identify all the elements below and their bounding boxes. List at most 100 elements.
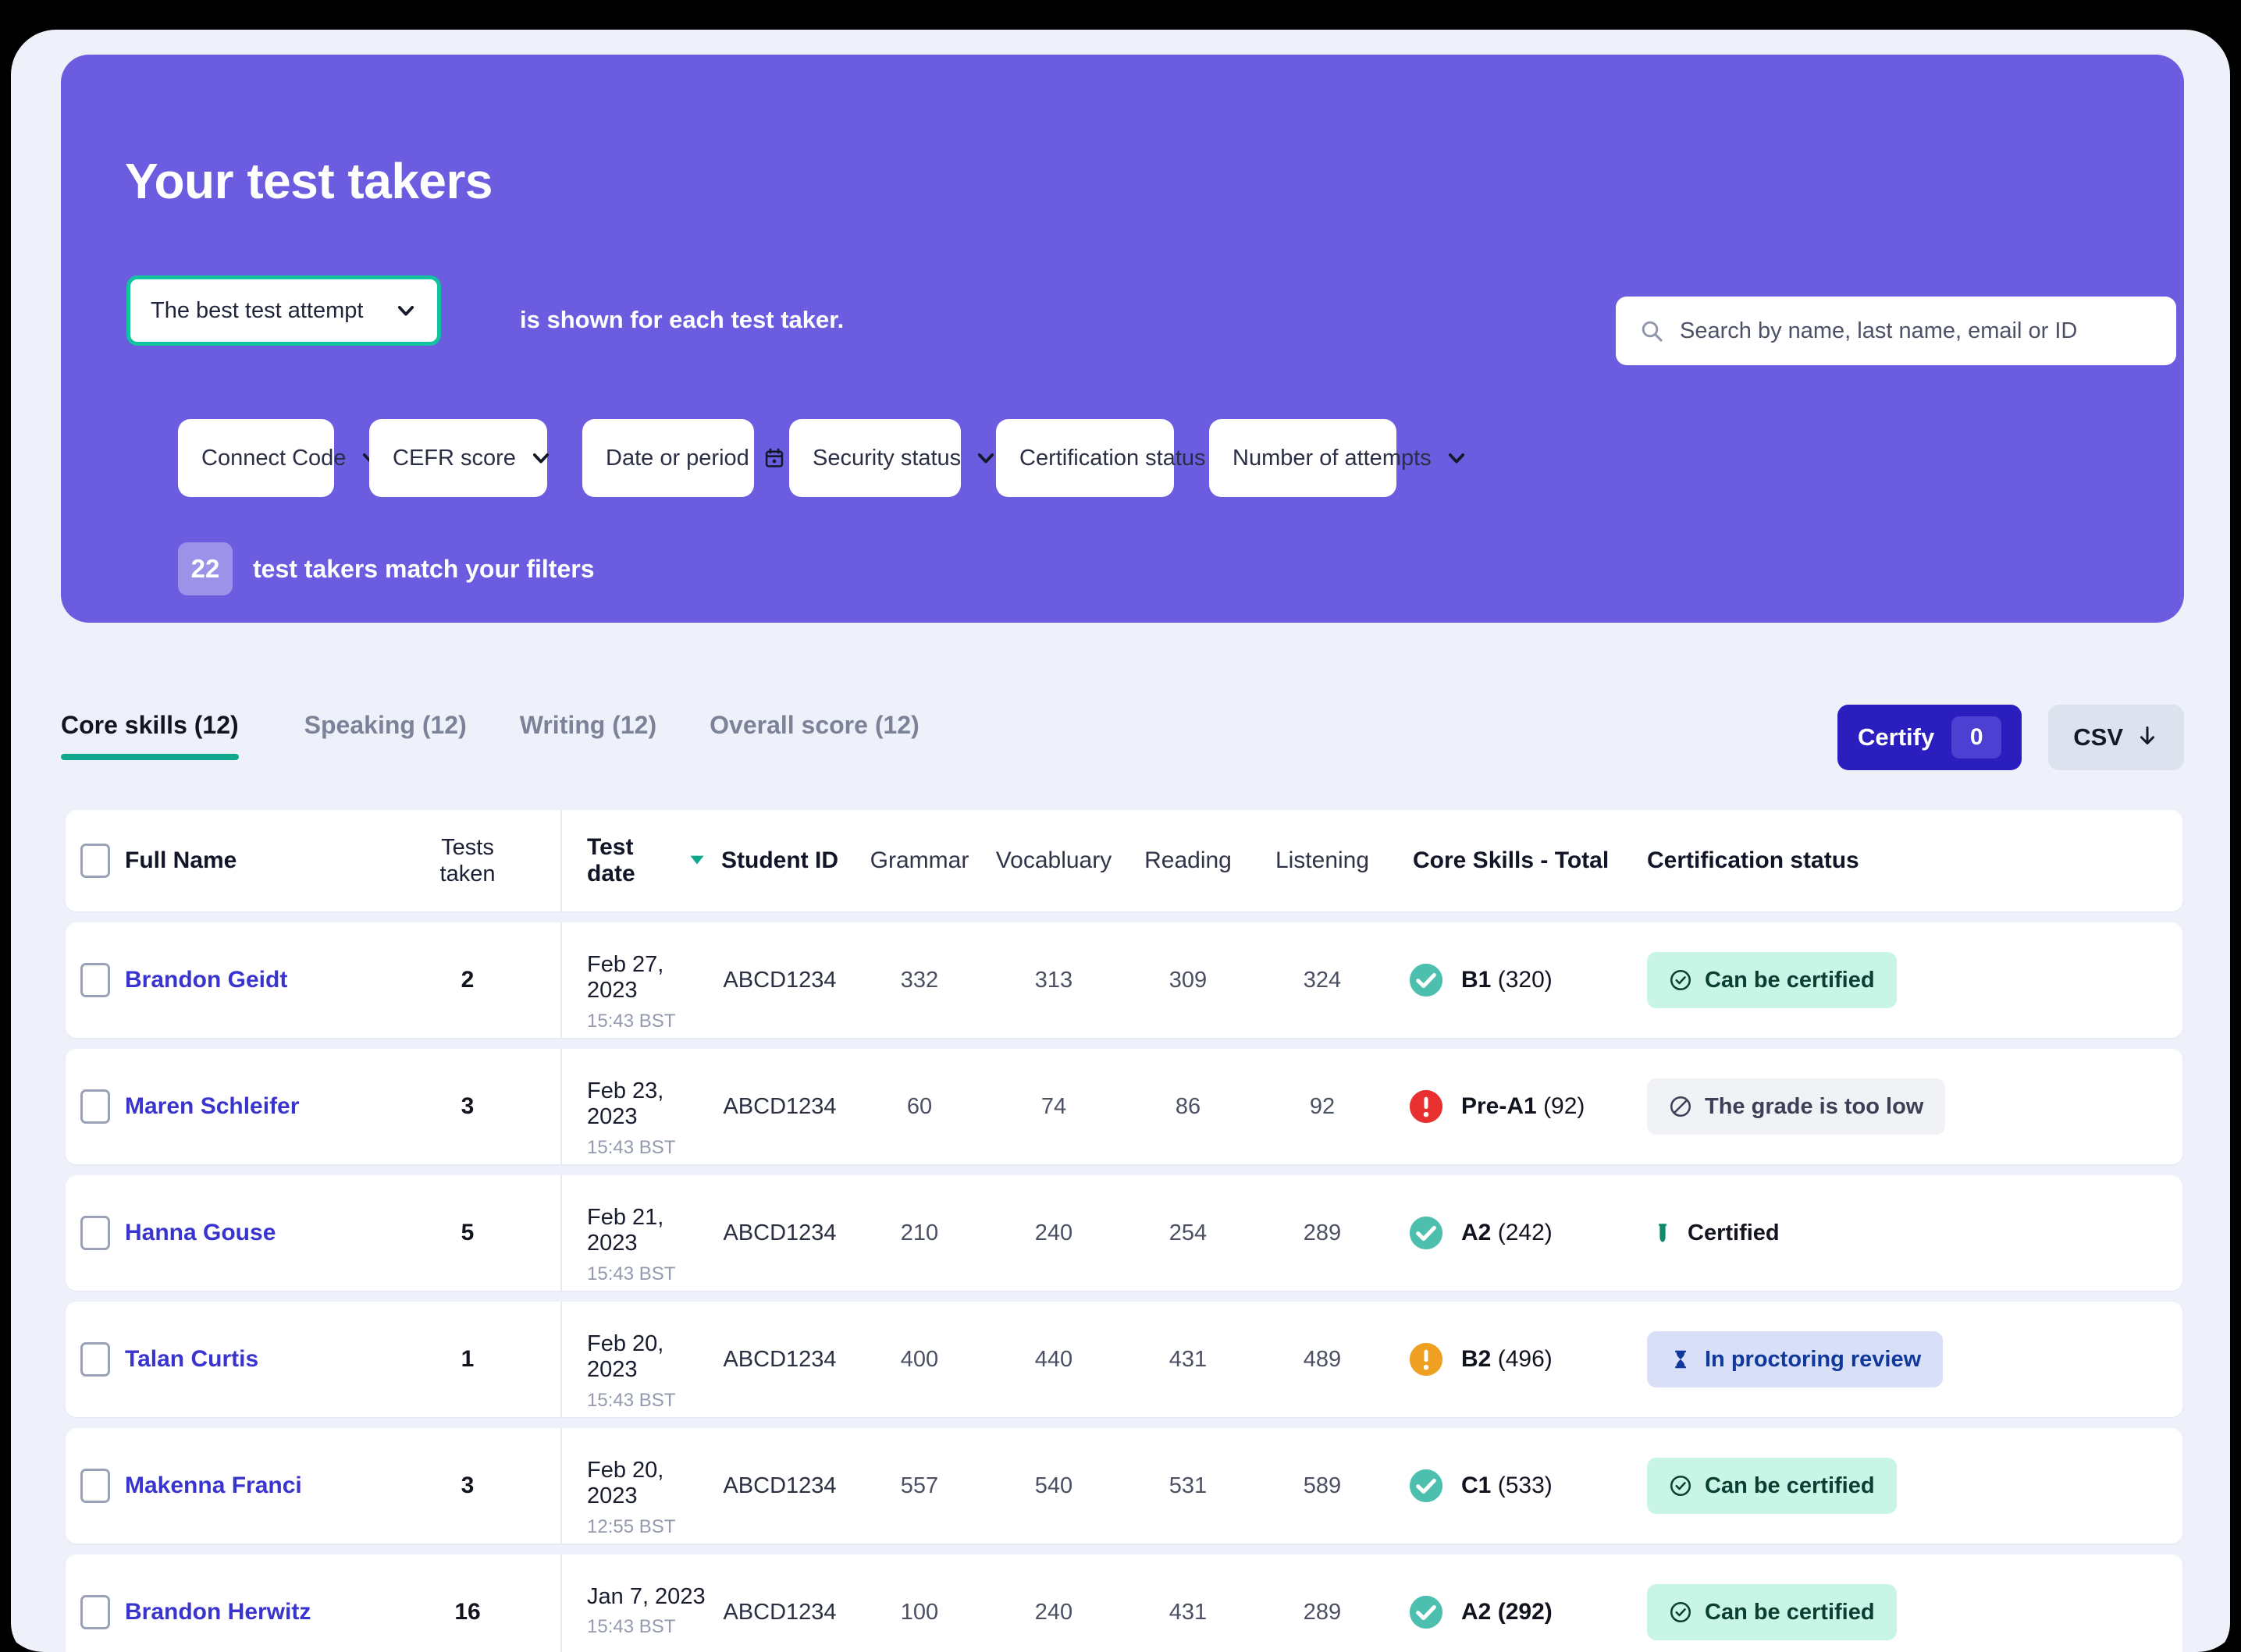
row-select-cell[interactable] (66, 1175, 125, 1291)
header-full-name[interactable]: Full Name (125, 810, 375, 911)
cell-grammar: 60 (906, 1093, 933, 1119)
filter-certification-status[interactable]: Certification status (996, 419, 1239, 497)
row-select-cell[interactable] (66, 1302, 125, 1417)
cell-test-date: Feb 20, 2023 12:55 BST (587, 1458, 676, 1537)
header-certification-status[interactable]: Certification status (1647, 810, 2182, 911)
shield-icon (1650, 1220, 1675, 1245)
download-arrow-icon (2136, 724, 2159, 751)
tab-speaking[interactable]: Speaking (12) (278, 697, 493, 760)
row-checkbox[interactable] (80, 963, 110, 997)
hourglass-icon (1669, 1348, 1692, 1371)
header-grammar[interactable]: Grammar (852, 810, 987, 911)
filter-cefr-score[interactable]: CEFR score (369, 419, 549, 497)
header-reading[interactable]: Reading (1121, 810, 1255, 911)
attempt-select[interactable]: The best test attempt (126, 275, 441, 346)
cell-grammar: 210 (900, 1220, 939, 1245)
check-circle-outline-icon (1669, 968, 1692, 992)
cell-listening: 589 (1303, 1473, 1342, 1498)
attempt-select-value: The best test attempt (151, 297, 364, 323)
status-badge-label: The grade is too low (1705, 1093, 1924, 1119)
cell-vocabulary: 74 (1040, 1093, 1067, 1119)
cell-certification-status: Can be certified (1647, 1428, 2182, 1544)
cell-tests-taken: 3 (375, 1428, 562, 1544)
header-core-skills-total[interactable]: Core Skills - Total (1389, 810, 1647, 911)
header-test-date[interactable]: Test date (562, 810, 707, 911)
cell-full-name[interactable]: Talan Curtis (125, 1302, 375, 1417)
csv-export-button[interactable]: CSV (2048, 705, 2184, 770)
table-row[interactable]: Maren Schleifer 3 Feb 23, 2023 15:43 BST… (66, 1049, 2182, 1164)
filter-label: CEFR score (393, 445, 516, 471)
check-circle-icon (1408, 962, 1444, 998)
cell-full-name[interactable]: Hanna Gouse (125, 1175, 375, 1291)
tab-overall-score[interactable]: Overall score (12) (683, 697, 946, 760)
cell-full-name[interactable]: Makenna Franci (125, 1428, 375, 1544)
select-all-cell[interactable] (66, 810, 125, 911)
cell-student-id: ABCD1234 (723, 1473, 837, 1498)
filter-security-status[interactable]: Security status (789, 419, 994, 497)
table-row[interactable]: Brandon Geidt 2 Feb 27, 2023 15:43 BST A… (66, 922, 2182, 1038)
hero-panel: Your test takers The best test attempt i… (61, 55, 2184, 623)
filter-number-of-attempts[interactable]: Number of attempts (1209, 419, 1464, 497)
cell-listening: 289 (1303, 1599, 1342, 1625)
cell-tests-taken: 16 (375, 1554, 562, 1652)
cell-test-date: Feb 20, 2023 15:43 BST (587, 1331, 676, 1411)
check-circle-outline-icon (1669, 1474, 1692, 1497)
row-select-cell[interactable] (66, 1554, 125, 1652)
cell-reading: 309 (1169, 967, 1208, 993)
header-listening[interactable]: Listening (1255, 810, 1389, 911)
header-tests-line2: taken (439, 862, 496, 886)
status-badge-label: In proctoring review (1705, 1346, 1922, 1372)
total-score: (242) (1497, 1220, 1553, 1245)
table-row[interactable]: Makenna Franci 3 Feb 20, 2023 12:55 BST … (66, 1428, 2182, 1544)
row-checkbox[interactable] (80, 1342, 110, 1377)
cell-student-id: ABCD1234 (723, 1599, 837, 1625)
row-select-cell[interactable] (66, 922, 125, 1038)
filter-date-or-period[interactable]: Date or period (582, 419, 783, 497)
cell-tests-taken: 5 (375, 1175, 562, 1291)
status-badge: Can be certified (1647, 1458, 1897, 1514)
header-vocabulary[interactable]: Vocabluary (987, 810, 1121, 911)
header-student-id[interactable]: Student ID (707, 810, 852, 911)
cell-grammar: 332 (900, 967, 939, 993)
status-badge-label: Can be certified (1705, 1473, 1875, 1498)
check-circle-icon (1408, 1468, 1444, 1504)
row-checkbox[interactable] (80, 1595, 110, 1629)
search-input[interactable]: Search by name, last name, email or ID (1616, 297, 2176, 365)
cell-full-name[interactable]: Maren Schleifer (125, 1049, 375, 1164)
certify-button[interactable]: Certify 0 (1837, 705, 2022, 770)
total-level: A2 (1461, 1220, 1492, 1245)
status-badge: Can be certified (1647, 1584, 1897, 1640)
status-badge-label: Certified (1688, 1220, 1780, 1245)
cell-tests-taken: 2 (375, 922, 562, 1038)
table-row[interactable]: Brandon Herwitz 16 Jan 7, 2023 15:43 BST… (66, 1554, 2182, 1652)
row-checkbox[interactable] (80, 1469, 110, 1503)
tab-core-skills[interactable]: Core skills (12) (61, 697, 278, 760)
cell-grammar: 400 (900, 1346, 939, 1372)
select-all-checkbox[interactable] (80, 844, 110, 878)
cell-certification-status: Certified (1647, 1175, 2182, 1291)
filter-connect-code[interactable]: Connect Code (178, 419, 379, 497)
cell-grammar: 557 (900, 1473, 939, 1498)
table-row[interactable]: Talan Curtis 1 Feb 20, 2023 15:43 BST AB… (66, 1302, 2182, 1417)
cell-student-id: ABCD1234 (723, 1093, 837, 1119)
csv-label: CSV (2073, 723, 2123, 751)
cell-full-name[interactable]: Brandon Geidt (125, 922, 375, 1038)
table-row[interactable]: Hanna Gouse 5 Feb 21, 2023 15:43 BST ABC… (66, 1175, 2182, 1291)
total-score: (292) (1497, 1599, 1553, 1625)
header-tests-taken[interactable]: Tests taken (375, 810, 562, 911)
filter-row: Connect Code CEFR score Date or period S… (178, 419, 1464, 497)
cell-reading: 254 (1169, 1220, 1208, 1245)
sort-descending-triangle-icon[interactable] (687, 849, 707, 873)
row-select-cell[interactable] (66, 1428, 125, 1544)
row-select-cell[interactable] (66, 1049, 125, 1164)
row-checkbox[interactable] (80, 1216, 110, 1250)
row-checkbox[interactable] (80, 1089, 110, 1124)
tab-writing[interactable]: Writing (12) (493, 697, 683, 760)
check-circle-icon (1408, 1594, 1444, 1630)
cell-full-name[interactable]: Brandon Herwitz (125, 1554, 375, 1652)
page-surface: Your test takers The best test attempt i… (11, 30, 2230, 1652)
certify-label: Certify (1858, 723, 1935, 751)
cell-listening: 289 (1303, 1220, 1342, 1245)
cell-vocabulary: 540 (1034, 1473, 1073, 1498)
cell-test-date: Jan 7, 2023 15:43 BST (587, 1584, 706, 1638)
